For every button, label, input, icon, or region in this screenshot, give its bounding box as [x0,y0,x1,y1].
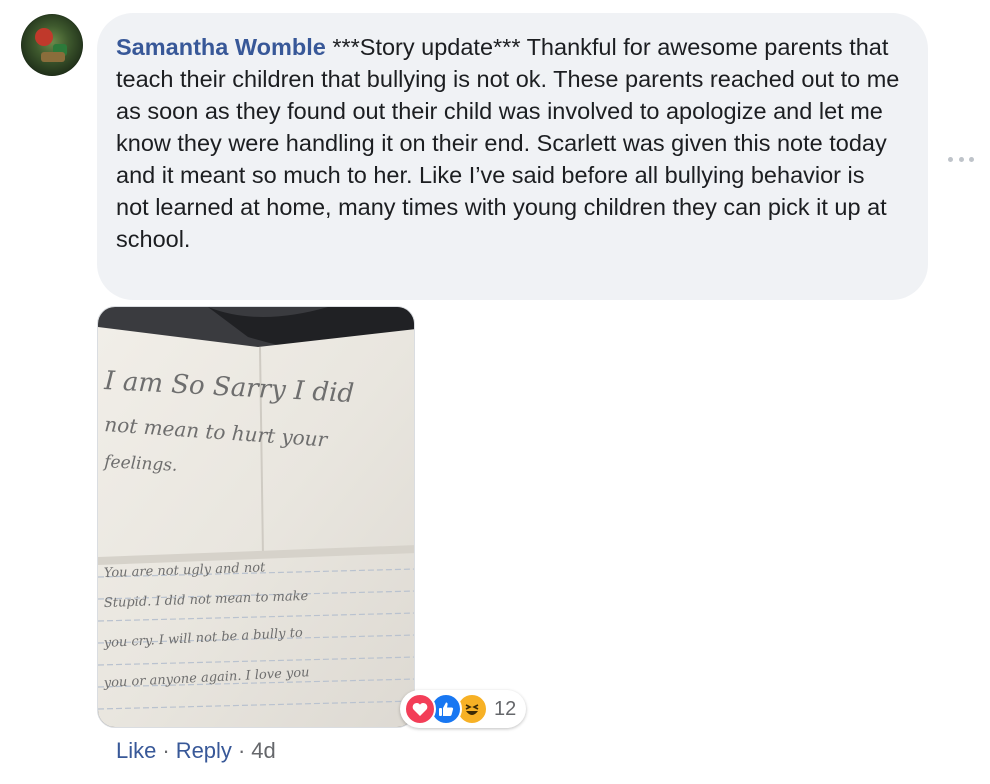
comment-timestamp[interactable]: 4d [251,738,275,764]
avatar-detail [41,52,65,62]
note-line: feelings. [102,452,178,476]
love-icon [404,693,436,725]
dot-icon [948,156,953,162]
comment-text: ***Story update*** Thankful for awesome … [116,34,900,252]
separator: · [162,738,170,763]
like-button[interactable]: Like [116,738,156,764]
more-options-button[interactable] [948,152,974,166]
reactions-summary[interactable]: 12 [400,690,527,728]
dot-icon [958,156,964,162]
reply-button[interactable]: Reply [176,738,232,764]
dot-icon [969,156,974,162]
attached-note-photo[interactable]: I am So Sarry I did not mean to hurt you… [97,306,415,728]
author-avatar[interactable] [21,14,83,76]
separator: · [237,738,246,763]
comment-actions: Like · Reply · 4d [116,738,276,764]
comment-bubble: Samantha Womble ***Story update*** Thank… [97,13,928,300]
handwritten-note-image: I am So Sarry I did not mean to hurt you… [98,307,414,727]
avatar-detail [35,28,53,46]
comment-author-name[interactable]: Samantha Womble [116,34,326,60]
reaction-count: 12 [494,697,517,720]
